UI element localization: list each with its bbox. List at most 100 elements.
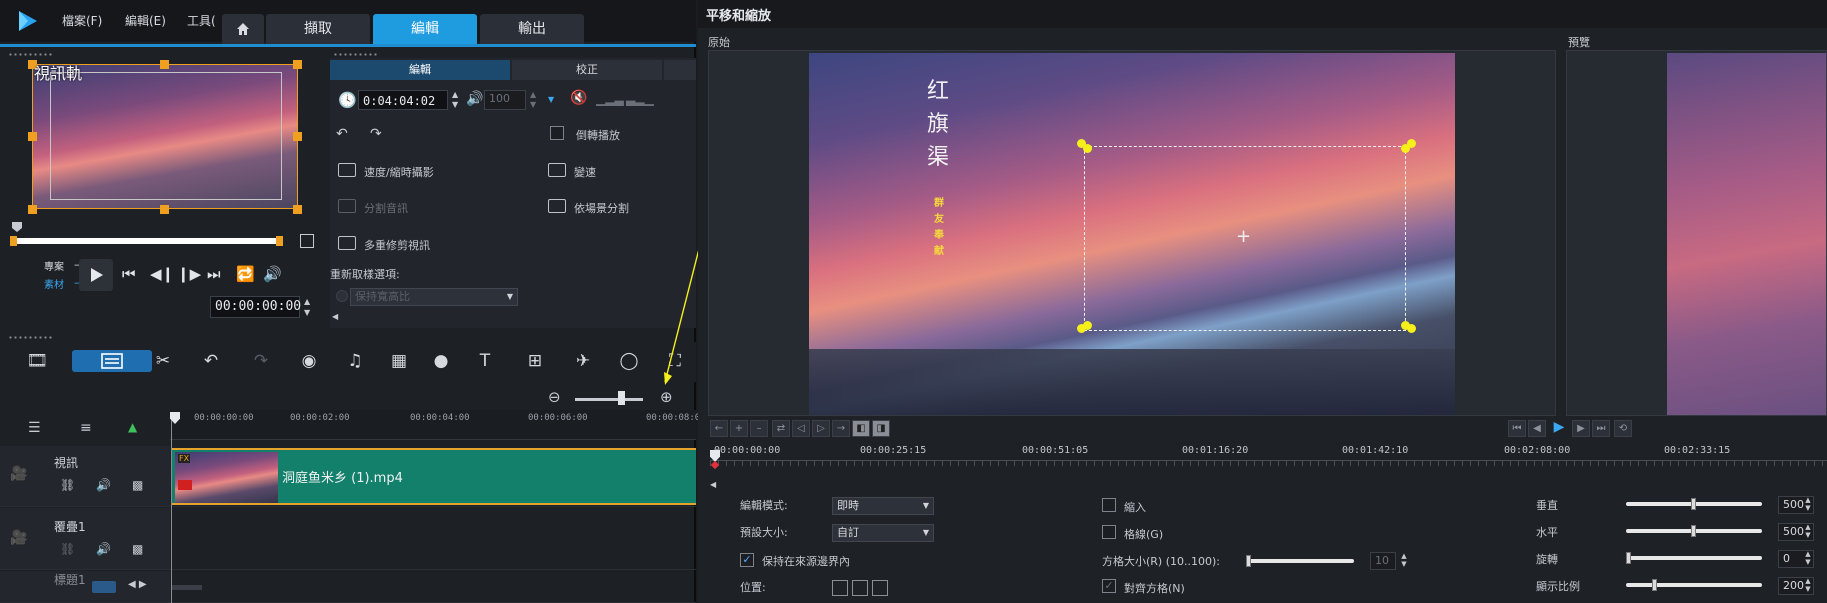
clip-mode-label[interactable]: 素材 [44,276,64,291]
fade-out-icon[interactable]: ▃▂▁ [626,92,654,106]
mask-icon[interactable]: ◯ [616,350,642,372]
volume-dropdown[interactable]: ▼ [548,90,554,110]
fade-in-icon[interactable]: ▁▂▃ [596,92,624,106]
duration-spinner[interactable]: ▲ ▼ [452,90,458,110]
variable-speed-icon[interactable] [548,163,566,177]
grid-size-spinner[interactable]: ▲ ▼ [1398,552,1410,570]
grid-size-field[interactable]: 10 [1370,552,1396,570]
motion-tracking-icon[interactable]: ✈ [570,350,596,372]
menu-edit[interactable]: 編輯(E) [125,12,166,29]
center-crosshair-icon[interactable]: + [1236,228,1251,246]
link-icon[interactable]: ⛓ [60,478,75,492]
add-track-icon[interactable] [92,581,116,593]
scrubber-head[interactable] [12,222,22,232]
copy-keyframe-icon[interactable]: ◧ [852,420,870,437]
tab-capture[interactable]: 擷取 [266,14,370,44]
go-end-icon[interactable]: ⏭ [1592,420,1610,437]
auto-music-icon[interactable]: ▦ [386,350,412,372]
add-keyframe-icon[interactable]: + [730,420,748,437]
trim-bar[interactable] [13,238,281,244]
resize-handle[interactable] [160,205,169,214]
snap-grid-checkbox[interactable]: ✓ [1102,579,1116,593]
split-by-scene-icon[interactable] [548,199,566,213]
panel-grip[interactable] [8,336,52,339]
preview-timecode[interactable]: 00:00:00:00 [210,296,301,318]
resize-handle[interactable] [293,60,302,69]
go-start-icon[interactable]: ⏮ [1508,420,1526,437]
multi-trim-button[interactable]: 多重修剪視訊 [364,237,430,253]
dialog-play-icon[interactable]: ▶ [1550,420,1568,437]
redo-icon[interactable]: ↷ [248,350,274,372]
resize-handle[interactable] [28,132,37,141]
tools-icon[interactable]: ✂ [150,350,176,372]
prev-keyframe-icon[interactable]: ← [710,420,728,437]
edit-mode-select[interactable]: 即時 [832,497,934,515]
blend-icon[interactable]: ● [428,350,454,372]
keep-in-source-checkbox[interactable]: ✓ [740,553,754,567]
step-forward-icon[interactable]: ▶ [1572,420,1590,437]
mark-out-handle[interactable] [276,236,283,246]
position-grid-cell[interactable] [872,580,888,596]
last-keyframe-icon[interactable]: ▷ [812,420,830,437]
preset-size-select[interactable]: 自訂 [832,524,934,542]
zoom-in-checkbox[interactable] [1102,498,1116,512]
original-frame-image[interactable]: 红旗渠 群友奉献 + [809,53,1455,415]
resize-handle[interactable] [160,60,169,69]
selection-handle[interactable] [1407,324,1416,333]
split-by-scene-button[interactable]: 依場景分割 [574,200,629,216]
pan-zoom-selection-box[interactable]: + [1077,139,1416,333]
timecode-spinner[interactable]: ▲ ▼ [304,296,310,318]
panel-grip[interactable] [333,53,377,56]
remove-keyframe-icon[interactable]: – [750,420,768,437]
project-mode-label[interactable]: 專案 [44,258,64,273]
home-tab[interactable] [222,14,264,44]
vertical-spinner[interactable]: ▲ ▼ [1802,496,1814,514]
panel-grip[interactable] [8,53,52,56]
position-grid-cell[interactable] [832,580,848,596]
play-button[interactable] [79,259,113,291]
rotate-spinner[interactable]: ▲ ▼ [1802,550,1814,568]
slider-knob[interactable] [1691,525,1696,537]
horizontal-spinner[interactable]: ▲ ▼ [1802,523,1814,541]
mark-in-handle[interactable] [10,236,17,246]
resample-radio[interactable] [336,290,348,302]
resize-handle[interactable] [293,132,302,141]
timeline-ruler[interactable]: 00:00:00:00 00:00:02:00 00:00:04:00 00:0… [170,410,700,440]
repeat-icon[interactable]: 🔁 [236,265,255,283]
zoom-spinner[interactable]: ▲ ▼ [1802,577,1814,595]
slider-knob[interactable] [1691,498,1696,510]
speed-icon[interactable] [338,163,356,177]
tab-edit[interactable]: 編輯 [373,14,477,44]
dialog-timeline-ruler[interactable]: 00:00:00:00 00:00:25:15 00:00:51:05 00:0… [710,444,1827,472]
resize-handle[interactable] [293,205,302,214]
zoom-slider-knob[interactable] [618,391,625,405]
clip-volume-field[interactable]: 100 [484,90,526,110]
loop-icon[interactable]: ⟲ [1614,420,1632,437]
timeline-scrollbar[interactable] [172,585,202,590]
speed-timelapse-button[interactable]: 速度/縮時攝影 [364,164,434,180]
sound-mixer-icon[interactable]: ♫ [342,350,368,372]
ripple-edit-icon[interactable]: ▩ [132,542,143,556]
reverse-checkbox[interactable] [550,126,564,140]
selection-handle[interactable] [1083,321,1092,330]
ripple-edit-icon[interactable]: ▩ [132,478,143,492]
chapter-icon[interactable]: ≡ [80,420,92,436]
title-icon[interactable]: T [472,350,498,372]
undo-icon[interactable]: ↶ [198,350,224,372]
selection-handle[interactable] [1407,139,1416,148]
grid-checkbox[interactable] [1102,525,1116,539]
add-marker-icon[interactable]: ▲ [128,420,137,434]
multi-trim-icon[interactable] [338,236,356,250]
variable-speed-button[interactable]: 變速 [574,164,596,180]
tab-output[interactable]: 輸出 [480,14,584,44]
previous-frame-icon[interactable]: ◀❙ [150,265,174,283]
slider-knob[interactable] [1626,552,1631,564]
tab-correction[interactable]: 校正 [512,60,662,80]
split-audio-button[interactable]: 分割音訊 [364,200,408,216]
track-mute-icon[interactable]: 🔊 [96,478,111,492]
link-icon[interactable]: ⛓ [60,542,75,556]
rotate-slider[interactable] [1626,552,1762,564]
collapse-arrow-icon[interactable]: ◀ [710,480,716,489]
next-keyframe-icon[interactable]: → [832,420,850,437]
volume-spinner[interactable]: ▲ ▼ [530,90,536,110]
